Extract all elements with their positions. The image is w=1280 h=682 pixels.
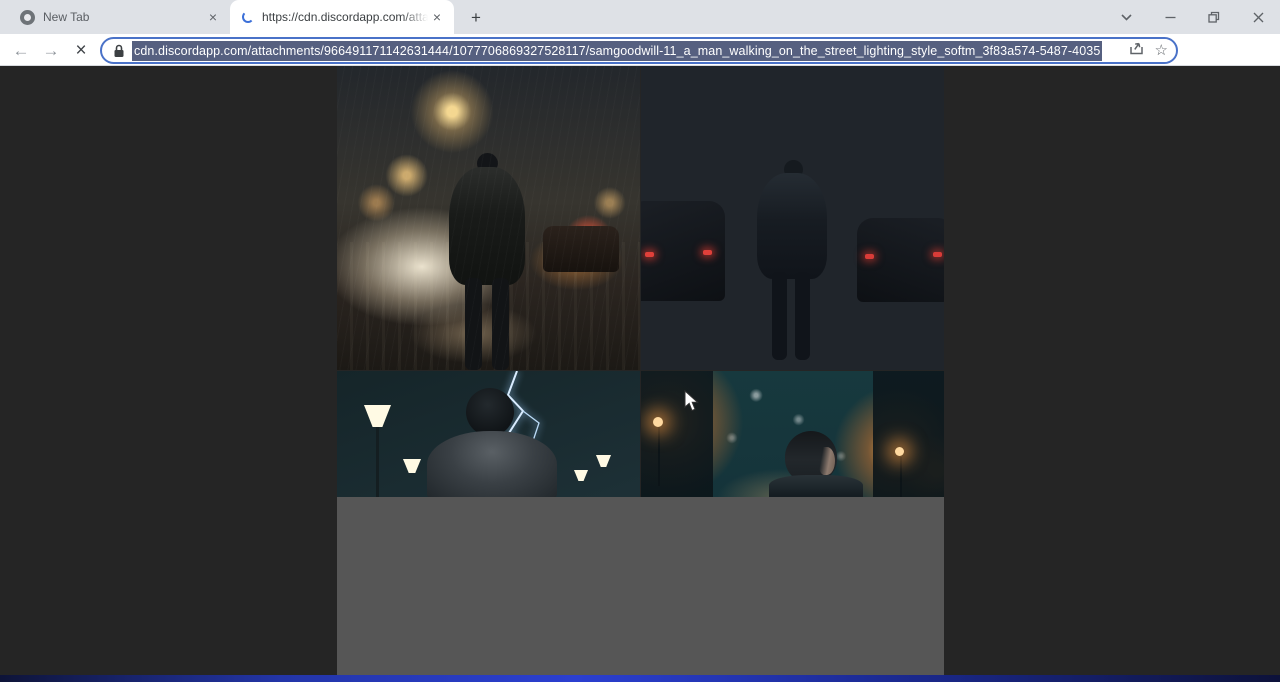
figure-face-highlight [819, 447, 835, 475]
tab-close-icon[interactable]: × [428, 8, 446, 26]
image-loading-placeholder [337, 497, 944, 675]
back-button[interactable]: ← [8, 38, 34, 64]
tab-close-icon[interactable]: × [204, 8, 222, 26]
image-quadrant-top-left [337, 66, 640, 370]
taillight-red [703, 250, 712, 255]
parked-car-right [857, 218, 944, 302]
taillight-red [645, 252, 654, 257]
minimize-button[interactable] [1148, 0, 1192, 34]
tab-discord-cdn[interactable]: https://cdn.discordapp.com/atta × [230, 0, 454, 34]
mouse-cursor [684, 390, 701, 412]
street-lamp-orange [653, 417, 663, 427]
forward-button[interactable]: → [38, 38, 64, 64]
taskbar-edge [0, 675, 1280, 682]
close-window-button[interactable] [1236, 0, 1280, 34]
share-icon[interactable] [1129, 41, 1145, 61]
figure-leg [795, 272, 810, 360]
tab-new-tab[interactable]: New Tab × [8, 0, 230, 34]
taillight-red [933, 252, 942, 257]
url-text-selected[interactable]: cdn.discordapp.com/attachments/966491171… [132, 41, 1102, 61]
figure-leg [772, 272, 787, 360]
browser-window: { "window": { "tabs": [ { "title": "New … [0, 0, 1280, 682]
omnibox-actions: ☆ [1123, 39, 1168, 62]
lamp-pole [900, 457, 902, 502]
taillight-red [865, 254, 874, 259]
figure-torso [757, 173, 827, 279]
lock-icon[interactable] [113, 44, 125, 58]
page-content [0, 66, 1280, 675]
loading-spinner-icon [242, 11, 254, 23]
browser-toolbar: ← → × cdn.discordapp.com/attachments/966… [0, 34, 1280, 66]
bookmark-star-icon[interactable]: ☆ [1155, 43, 1168, 58]
figure-head [466, 388, 514, 436]
rain-overlay [337, 66, 640, 370]
figure-hood-shoulders [427, 431, 557, 501]
tab-strip: New Tab × https://cdn.discordapp.com/att… [0, 0, 1280, 34]
stop-loading-button[interactable]: × [68, 38, 94, 64]
restore-button[interactable] [1192, 0, 1236, 34]
address-bar[interactable]: cdn.discordapp.com/attachments/966491171… [100, 37, 1178, 64]
chrome-favicon-icon [20, 10, 35, 25]
tab-title-fade [178, 4, 204, 30]
new-tab-button[interactable]: + [464, 6, 488, 30]
street-lamp-orange [895, 447, 904, 456]
window-controls [1104, 0, 1280, 34]
tab-title-fade [402, 4, 428, 30]
tab-search-chevron-icon[interactable] [1104, 0, 1148, 34]
midjourney-image-grid[interactable] [337, 66, 944, 675]
image-quadrant-top-right [641, 66, 944, 370]
lamp-pole [658, 426, 660, 486]
parked-car-left [641, 201, 725, 301]
